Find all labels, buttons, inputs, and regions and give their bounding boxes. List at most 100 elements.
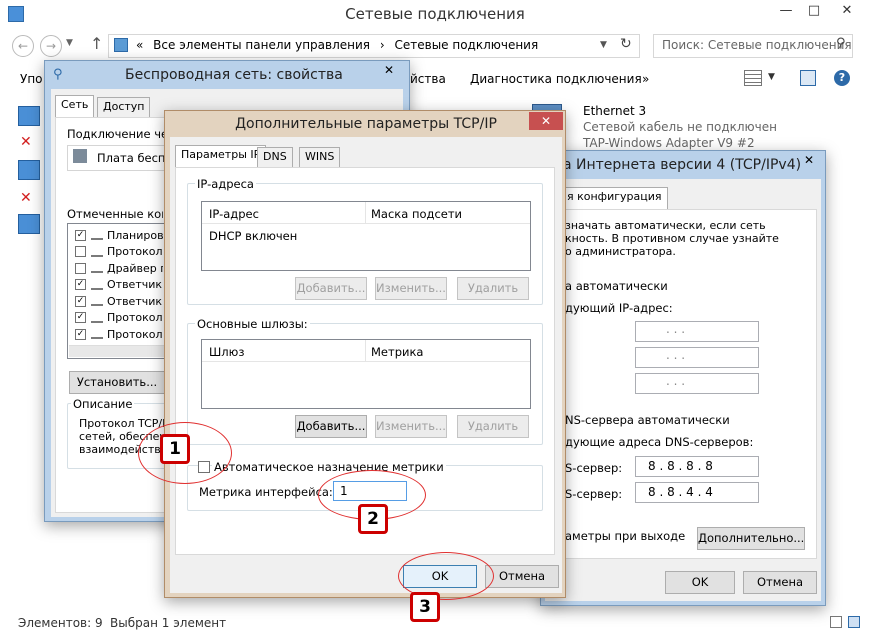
dialog-title: Дополнительные параметры TCP/IP [235,116,497,132]
component-row[interactable]: ✓ Ответчик о [75,277,163,293]
column-ip-address[interactable]: IP-адрес [209,207,259,221]
up-button[interactable]: ↑ [90,34,103,53]
component-icon [91,296,103,306]
component-icon [91,280,103,290]
dialog-title: Беспроводная сеть: свойства [125,67,343,83]
ok-button[interactable]: OK [665,571,735,594]
refresh-icon[interactable]: ↻ [620,36,632,52]
component-checkbox[interactable]: ✓ [75,312,86,323]
ip-remove-button[interactable]: Удалить [457,277,529,300]
column-subnet-mask[interactable]: Маска подсети [371,207,462,221]
component-label: Протокол I [107,327,163,341]
intro-line: кность. В противном случае узнайте [565,232,779,245]
column-metric[interactable]: Метрика [371,345,423,359]
component-row[interactable]: Протокол м [75,244,163,260]
component-checkbox[interactable]: ✓ [75,295,86,307]
search-icon[interactable]: ⚲ [836,36,846,51]
component-checkbox[interactable] [75,262,86,274]
cancel-button[interactable]: Отмена [485,565,559,588]
preview-pane-icon[interactable] [800,70,816,86]
tab-dns[interactable]: DNS [257,147,293,167]
connection-item[interactable] [18,214,40,234]
tab-network[interactable]: Сеть [55,95,95,117]
dns2-field[interactable]: 8 . 8 . 4 . 4 [635,482,759,503]
view-options-icon[interactable] [744,70,762,86]
cmd-organize[interactable]: Упо [20,72,43,86]
component-label: Ответчик о [107,278,163,291]
auto-dns-option[interactable]: NS-сервера автоматически [565,413,730,427]
close-button[interactable]: ✕ [375,63,403,81]
dns1-value: 8 . 8 . 8 . 8 [648,459,713,473]
subnet-field[interactable]: . . . [635,347,759,368]
description-line: Протокол TCP/IP [79,417,165,430]
tiles-view-icon[interactable] [848,616,860,628]
tab-ip-settings[interactable]: Параметры IP [175,145,267,167]
minimize-button[interactable]: — [772,0,800,24]
search-placeholder: Поиск: Сетевые подключения [662,38,852,52]
gateway-group-label: Основные шлюзы: [195,317,310,331]
list-scrollbar[interactable] [69,345,165,357]
view-dropdown-icon[interactable]: ▼ [768,72,775,82]
cmd-diagnostics[interactable]: Диагностика подключения [470,72,642,86]
details-view-icon[interactable] [830,616,842,628]
close-button[interactable]: ✕ [529,112,563,130]
manual-ip-option[interactable]: дующий IP-адрес: [565,301,673,315]
breadcrumb-control-panel[interactable]: Все элементы панели управления [153,38,370,52]
ip-add-button[interactable]: Добавить... [295,277,367,300]
advanced-button[interactable]: Дополнительно... [697,527,805,550]
column-gateway[interactable]: Шлюз [209,345,244,359]
tab-wins[interactable]: WINS [299,147,341,167]
components-label: Отмеченные компоненты [67,207,163,221]
dns1-label: S-сервер: [565,461,623,475]
breadcrumb-sep: « [136,38,144,52]
component-row[interactable]: ✓ Планировщик [75,227,163,243]
install-button[interactable]: Установить... [69,371,165,394]
ip-row-dhcp[interactable]: DHCP включен [209,229,297,243]
component-checkbox[interactable]: ✓ [75,279,86,290]
component-checkbox[interactable]: ✓ [75,229,86,241]
component-checkbox[interactable] [75,246,86,257]
intro-text: значать автоматически, если сеть кность.… [565,219,779,258]
connection-item[interactable] [18,106,40,126]
close-button[interactable]: ✕ [797,153,821,171]
gateway-edit-button[interactable]: Изменить... [375,415,447,438]
forward-button[interactable]: → [40,35,62,57]
address-dropdown-icon[interactable]: ▼ [600,40,607,50]
component-row[interactable]: Драйвер п [75,260,163,276]
cmd-more[interactable]: » [642,72,649,86]
tab-sharing[interactable]: Доступ [97,97,151,117]
annotation-marker-2: 2 [358,504,388,534]
component-checkbox[interactable]: ✓ [75,328,86,340]
gateway-field[interactable]: . . . [635,373,759,394]
auto-metric-label[interactable]: Автоматическое назначение метрики [212,460,446,474]
cancel-button[interactable]: Отмена [743,571,817,594]
auto-ip-option[interactable]: а автоматически [565,279,668,293]
connection-item[interactable] [18,160,40,180]
component-icon [91,329,103,339]
ip-address-field[interactable]: . . . [635,321,759,342]
help-icon[interactable]: ? [834,70,850,86]
close-button[interactable]: ✕ [830,0,864,24]
dns1-field[interactable]: 8 . 8 . 8 . 8 [635,456,759,477]
validate-on-exit-label[interactable]: аметры при выходе [565,529,685,543]
manual-dns-option[interactable]: дующие адреса DNS-серверов: [565,435,753,449]
gateway-add-button[interactable]: Добавить... [295,415,367,438]
component-row[interactable]: ✓ Протокол I [75,310,163,326]
history-dropdown-icon[interactable]: ▼ [66,38,73,48]
ip-edit-button[interactable]: Изменить... [375,277,447,300]
cmd-properties[interactable]: йства [410,72,446,86]
column-divider [365,340,366,362]
component-row[interactable]: ✓ Протокол I [75,326,163,342]
tab-alternate-config[interactable]: я конфигурация [561,187,668,209]
gateway-remove-button[interactable]: Удалить [457,415,529,438]
back-button[interactable]: ← [12,35,34,57]
component-icon [91,313,103,323]
component-row[interactable]: ✓ Ответчик о [75,293,163,309]
component-icon [91,230,103,240]
breadcrumb-network-connections[interactable]: Сетевые подключения [394,38,538,52]
maximize-button[interactable]: □ [800,0,828,24]
annotation-marker-3: 3 [410,592,440,622]
description-label: Описание [71,397,135,411]
title-bar: Сетевые подключения — □ ✕ [0,0,870,30]
ethernet-status: Сетевой кабель не подключен [583,120,777,134]
